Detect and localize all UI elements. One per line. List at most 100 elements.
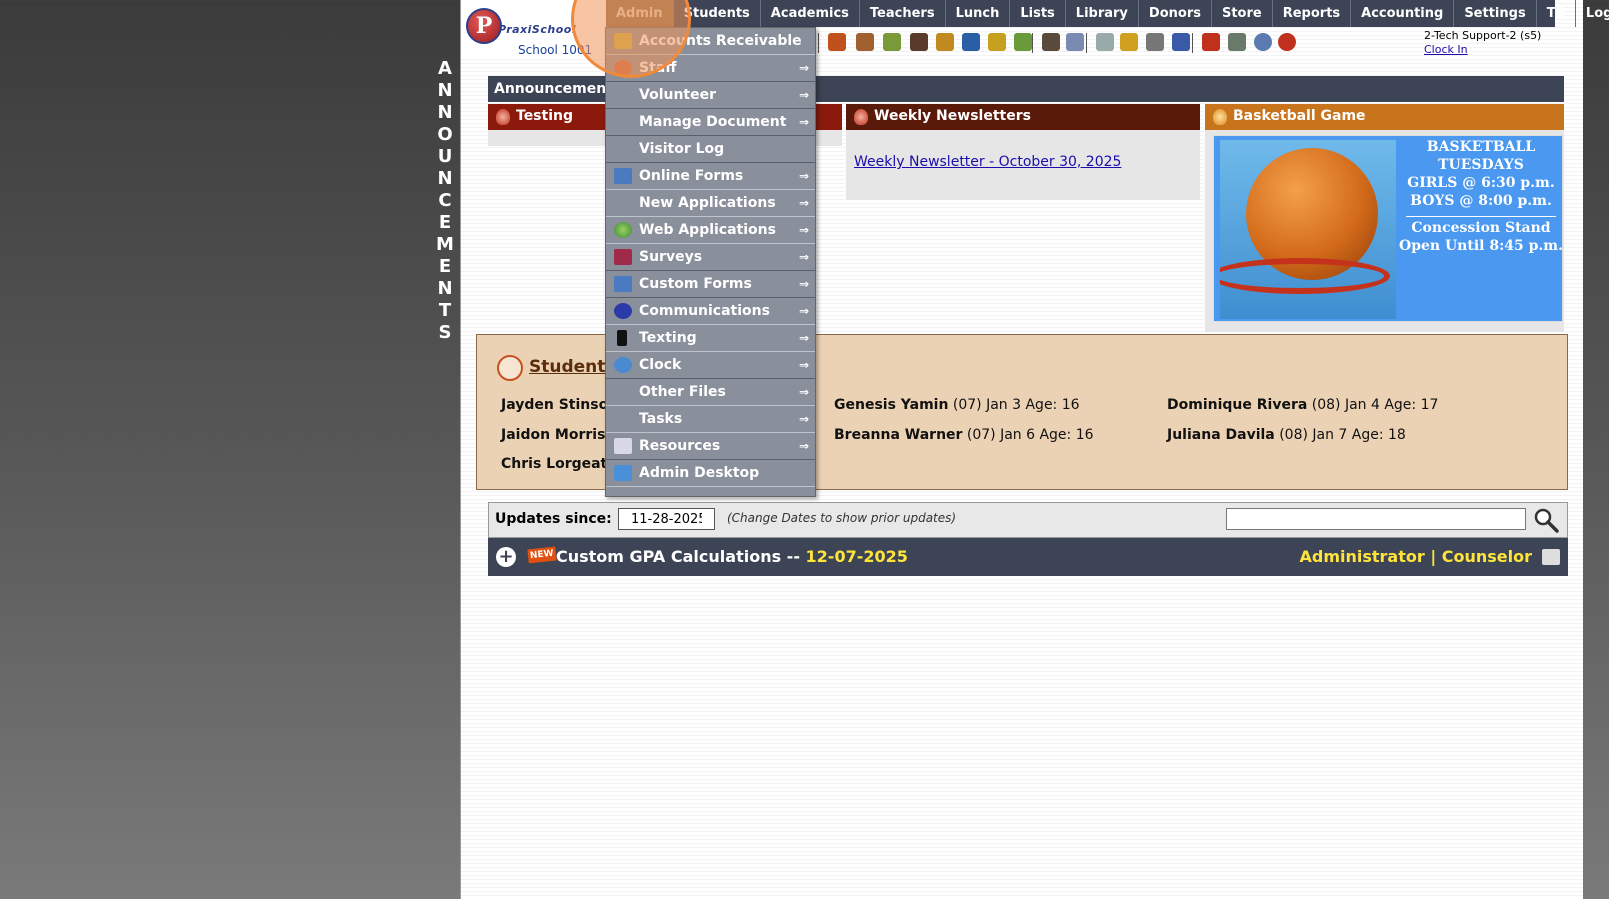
updates-label: Updates since: (495, 511, 612, 527)
nav-item-logout[interactable]: Logout (1576, 0, 1609, 27)
search-icon[interactable] (1533, 507, 1559, 533)
flame-icon (854, 109, 868, 125)
nav-item-accounting[interactable]: Accounting (1351, 0, 1455, 27)
menu-item-resources[interactable]: Resources ⇒ (606, 433, 815, 460)
side-letter: T (438, 300, 452, 321)
newsletters-header[interactable]: Weekly Newsletters (846, 104, 1200, 130)
clock-in-link[interactable]: Clock In (1424, 43, 1541, 57)
flame-icon (1213, 109, 1227, 125)
toolbar-separator (1192, 33, 1193, 53)
toolbar-separator (1086, 33, 1087, 53)
eraser-icon[interactable] (883, 33, 901, 51)
flyer-divider (1406, 216, 1556, 217)
menu-item-label: Manage Document (639, 114, 787, 130)
card-icon[interactable] (1120, 33, 1138, 51)
menu-item-admin-desktop[interactable]: Admin Desktop (606, 460, 815, 487)
side-letter: N (437, 168, 453, 189)
menu-item-clock[interactable]: Clock ⇒ (606, 352, 815, 379)
top-nav: AdminStudentsAcademicsTeachersLunchLists… (606, 0, 1609, 27)
group-icon[interactable] (910, 33, 928, 51)
person-icon[interactable] (828, 33, 846, 51)
expand-plus-icon[interactable]: + (496, 547, 516, 567)
pdf-icon[interactable] (1202, 33, 1220, 51)
sandwich-icon[interactable] (936, 33, 954, 51)
menu-item-other-files[interactable]: Other Files ⇒ (606, 379, 815, 406)
updates-bar: Updates since: (Change Dates to show pri… (488, 502, 1568, 538)
updates-hint: (Change Dates to show prior updates) (727, 511, 957, 525)
menu-item-label: Visitor Log (639, 141, 725, 157)
submenu-arrow-icon: ⇒ (798, 304, 809, 318)
tag-icon[interactable] (988, 33, 1006, 51)
nav-item-lunch[interactable]: Lunch (946, 0, 1011, 27)
submenu-arrow-icon: ⇒ (798, 223, 809, 237)
toolbar-separator (1032, 33, 1033, 53)
submenu-arrow-icon: ⇒ (798, 169, 809, 183)
menu-item-communications[interactable]: Communications ⇒ (606, 298, 815, 325)
birthday-entry: Juliana Davila (08) Jan 7 Age: 18 (1167, 427, 1406, 443)
side-letter: C (438, 190, 452, 211)
submenu-arrow-icon: ⇒ (798, 250, 809, 264)
flyer-line: Open Until 8:45 p.m. (1399, 238, 1563, 254)
menu-item-custom-forms[interactable]: Custom Forms ⇒ (606, 271, 815, 298)
ap-icon[interactable] (1172, 33, 1190, 51)
clock-icon[interactable] (1066, 33, 1084, 51)
update-row-gpa[interactable]: + NEW Custom GPA Calculations -- 12-07-2… (488, 538, 1568, 576)
flyer-line: Concession Stand (1411, 220, 1551, 236)
birthday-entry: Genesis Yamin (07) Jan 3 Age: 16 (834, 397, 1080, 413)
menu-item-label: Volunteer (639, 87, 717, 103)
nav-item-academics[interactable]: Academics (761, 0, 860, 27)
side-letter: E (438, 212, 452, 233)
user-label: 2-Tech Support-2 (s5) (1424, 29, 1542, 42)
menu-item-label: Custom Forms (639, 276, 752, 292)
menu-item-label: Admin Desktop (639, 465, 760, 481)
people-icon[interactable] (856, 33, 874, 51)
updates-date-input[interactable] (618, 508, 715, 530)
nav-item-donors[interactable]: Donors (1139, 0, 1212, 27)
arrow-icon[interactable] (1014, 33, 1032, 51)
survey-icon (614, 249, 632, 265)
update-roles: Administrator | Counselor (1299, 547, 1533, 566)
at-icon (614, 303, 632, 319)
nav-item-lists[interactable]: Lists (1010, 0, 1066, 27)
birthday-entry: Jaidon Morris (501, 427, 606, 443)
power-icon[interactable] (1278, 33, 1296, 51)
nav-item-store[interactable]: Store (1212, 0, 1273, 27)
nav-item-teachers[interactable]: Teachers (860, 0, 946, 27)
birthday-entry: Chris Lorgeat (501, 456, 608, 472)
basketball-header[interactable]: Basketball Game (1205, 104, 1564, 130)
nav-item-ts[interactable]: TS (1537, 0, 1576, 27)
html-icon (614, 168, 632, 184)
newsletter-link[interactable]: Weekly Newsletter - October 30, 2025 (854, 154, 1121, 170)
menu-item-tasks[interactable]: Tasks ⇒ (606, 406, 815, 433)
submenu-arrow-icon: ⇒ (798, 331, 809, 345)
menu-item-label: Communications (639, 303, 770, 319)
staff-icon[interactable] (1042, 33, 1060, 51)
menu-item-texting[interactable]: Texting ⇒ (606, 325, 815, 352)
menu-item-online-forms[interactable]: Online Forms ⇒ (606, 163, 815, 190)
globe-icon (614, 222, 632, 238)
book-icon[interactable] (962, 33, 980, 51)
menu-item-volunteer[interactable]: Volunteer ⇒ (606, 82, 815, 109)
menu-item-web-applications[interactable]: Web Applications ⇒ (606, 217, 815, 244)
side-letter: M (436, 234, 454, 255)
nav-item-settings[interactable]: Settings (1454, 0, 1537, 27)
submenu-arrow-icon: ⇒ (798, 439, 809, 453)
help-icon[interactable] (1254, 33, 1272, 51)
side-letter: A (438, 58, 452, 79)
calendar-icon[interactable] (1096, 33, 1114, 51)
menu-item-surveys[interactable]: Surveys ⇒ (606, 244, 815, 271)
submenu-arrow-icon: ⇒ (798, 385, 809, 399)
update-date: 12-07-2025 (805, 547, 908, 566)
print-icon[interactable] (1542, 549, 1560, 565)
flyer-line: BASKETBALL (1426, 139, 1536, 155)
printer-icon[interactable] (1146, 33, 1164, 51)
menu-item-manage-document[interactable]: Manage Document ⇒ (606, 109, 815, 136)
menu-item-visitor-log[interactable]: Visitor Log (606, 136, 815, 163)
menu-item-new-applications[interactable]: New Applications ⇒ (606, 190, 815, 217)
nav-item-reports[interactable]: Reports (1273, 0, 1352, 27)
money-stack-icon[interactable] (1228, 33, 1246, 51)
search-input[interactable] (1226, 508, 1526, 530)
flyer-line: BOYS @ 8:00 p.m. (1410, 193, 1552, 209)
nav-item-library[interactable]: Library (1066, 0, 1139, 27)
birthday-entry: Breanna Warner (07) Jan 6 Age: 16 (834, 427, 1094, 443)
